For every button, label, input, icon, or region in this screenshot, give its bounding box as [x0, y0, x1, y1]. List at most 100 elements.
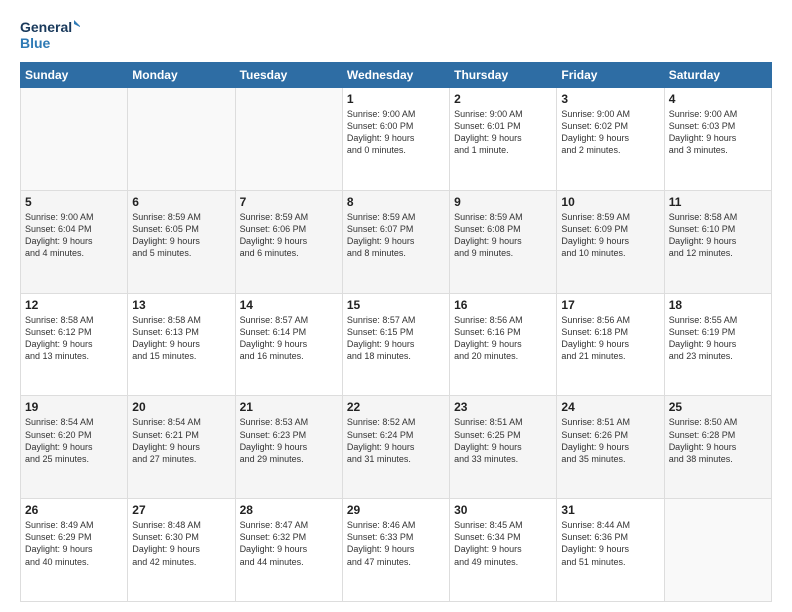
- day-number: 28: [240, 503, 338, 517]
- cell-data: Sunrise: 8:53 AMSunset: 6:23 PMDaylight:…: [240, 416, 338, 465]
- calendar-cell: 21 Sunrise: 8:53 AMSunset: 6:23 PMDayligh…: [235, 396, 342, 499]
- day-number: 21: [240, 400, 338, 414]
- cell-data: Sunrise: 8:57 AMSunset: 6:14 PMDaylight:…: [240, 314, 338, 363]
- day-number: 11: [669, 195, 767, 209]
- calendar-week-2: 5Sunrise: 9:00 AMSunset: 6:04 PMDaylight…: [21, 190, 772, 293]
- cell-data: Sunrise: 8:59 AMSunset: 6:05 PMDaylight:…: [132, 211, 230, 260]
- day-header-monday: Monday: [128, 63, 235, 88]
- calendar-week-3: 12 Sunrise: 8:58 AMSunset: 6:12 PMDayligh…: [21, 293, 772, 396]
- cell-data: Sunrise: 8:58 AMSunset: 6:12 PMDaylight:…: [25, 314, 123, 363]
- day-number: 18: [669, 298, 767, 312]
- calendar-cell: 28 Sunrise: 8:47 AMSunset: 6:32 PMDayligh…: [235, 499, 342, 602]
- day-number: 4: [669, 92, 767, 106]
- day-header-thursday: Thursday: [450, 63, 557, 88]
- logo-svg: General Blue: [20, 16, 80, 52]
- day-number: 22: [347, 400, 445, 414]
- day-number: 23: [454, 400, 552, 414]
- day-number: 6: [132, 195, 230, 209]
- cell-data: Sunrise: 8:51 AMSunset: 6:25 PMDaylight:…: [454, 416, 552, 465]
- cell-data: Sunrise: 8:48 AMSunset: 6:30 PMDaylight:…: [132, 519, 230, 568]
- day-number: 13: [132, 298, 230, 312]
- calendar-cell: [21, 88, 128, 191]
- svg-text:Blue: Blue: [20, 35, 51, 51]
- calendar-week-1: 1 Sunrise: 9:00 AMSunset: 6:00 PMDaylight…: [21, 88, 772, 191]
- calendar-cell: 22 Sunrise: 8:52 AMSunset: 6:24 PMDayligh…: [342, 396, 449, 499]
- calendar-cell: 8 Sunrise: 8:59 AMSunset: 6:07 PMDaylight…: [342, 190, 449, 293]
- day-number: 24: [561, 400, 659, 414]
- cell-data: Sunrise: 8:59 AMSunset: 6:07 PMDaylight:…: [347, 211, 445, 260]
- day-number: 1: [347, 92, 445, 106]
- cell-data: Sunrise: 9:00 AMSunset: 6:03 PMDaylight:…: [669, 108, 767, 157]
- day-number: 26: [25, 503, 123, 517]
- calendar-week-5: 26 Sunrise: 8:49 AMSunset: 6:29 PMDayligh…: [21, 499, 772, 602]
- cell-data: Sunrise: 8:56 AMSunset: 6:16 PMDaylight:…: [454, 314, 552, 363]
- day-number: 8: [347, 195, 445, 209]
- cell-data: Sunrise: 9:00 AMSunset: 6:00 PMDaylight:…: [347, 108, 445, 157]
- day-number: 10: [561, 195, 659, 209]
- calendar-cell: 18 Sunrise: 8:55 AMSunset: 6:19 PMDayligh…: [664, 293, 771, 396]
- calendar-cell: [664, 499, 771, 602]
- day-number: 12: [25, 298, 123, 312]
- calendar-cell: 7Sunrise: 8:59 AMSunset: 6:06 PMDaylight…: [235, 190, 342, 293]
- day-number: 20: [132, 400, 230, 414]
- calendar-header-row: SundayMondayTuesdayWednesdayThursdayFrid…: [21, 63, 772, 88]
- day-header-wednesday: Wednesday: [342, 63, 449, 88]
- calendar-cell: 1 Sunrise: 9:00 AMSunset: 6:00 PMDaylight…: [342, 88, 449, 191]
- day-number: 30: [454, 503, 552, 517]
- cell-data: Sunrise: 8:58 AMSunset: 6:10 PMDaylight:…: [669, 211, 767, 260]
- calendar-cell: 14Sunrise: 8:57 AMSunset: 6:14 PMDayligh…: [235, 293, 342, 396]
- cell-data: Sunrise: 8:52 AMSunset: 6:24 PMDaylight:…: [347, 416, 445, 465]
- cell-data: Sunrise: 8:44 AMSunset: 6:36 PMDaylight:…: [561, 519, 659, 568]
- calendar-cell: 11 Sunrise: 8:58 AMSunset: 6:10 PMDayligh…: [664, 190, 771, 293]
- cell-data: Sunrise: 8:47 AMSunset: 6:32 PMDaylight:…: [240, 519, 338, 568]
- calendar-cell: 16Sunrise: 8:56 AMSunset: 6:16 PMDayligh…: [450, 293, 557, 396]
- cell-data: Sunrise: 8:45 AMSunset: 6:34 PMDaylight:…: [454, 519, 552, 568]
- calendar-cell: 2 Sunrise: 9:00 AMSunset: 6:01 PMDaylight…: [450, 88, 557, 191]
- svg-text:General: General: [20, 19, 72, 35]
- cell-data: Sunrise: 8:54 AMSunset: 6:20 PMDaylight:…: [25, 416, 123, 465]
- logo: General Blue: [20, 16, 80, 52]
- calendar-cell: 4 Sunrise: 9:00 AMSunset: 6:03 PMDaylight…: [664, 88, 771, 191]
- calendar-week-4: 19 Sunrise: 8:54 AMSunset: 6:20 PMDayligh…: [21, 396, 772, 499]
- calendar-cell: 25Sunrise: 8:50 AMSunset: 6:28 PMDayligh…: [664, 396, 771, 499]
- calendar-cell: 10 Sunrise: 8:59 AMSunset: 6:09 PMDayligh…: [557, 190, 664, 293]
- cell-data: Sunrise: 8:49 AMSunset: 6:29 PMDaylight:…: [25, 519, 123, 568]
- calendar-cell: 5Sunrise: 9:00 AMSunset: 6:04 PMDaylight…: [21, 190, 128, 293]
- day-number: 15: [347, 298, 445, 312]
- calendar-cell: 9Sunrise: 8:59 AMSunset: 6:08 PMDaylight…: [450, 190, 557, 293]
- day-number: 7: [240, 195, 338, 209]
- calendar-cell: 6 Sunrise: 8:59 AMSunset: 6:05 PMDaylight…: [128, 190, 235, 293]
- calendar-cell: 23 Sunrise: 8:51 AMSunset: 6:25 PMDayligh…: [450, 396, 557, 499]
- cell-data: Sunrise: 8:57 AMSunset: 6:15 PMDaylight:…: [347, 314, 445, 363]
- cell-data: Sunrise: 8:50 AMSunset: 6:28 PMDaylight:…: [669, 416, 767, 465]
- calendar-cell: 27 Sunrise: 8:48 AMSunset: 6:30 PMDayligh…: [128, 499, 235, 602]
- day-number: 5: [25, 195, 123, 209]
- calendar-cell: 26 Sunrise: 8:49 AMSunset: 6:29 PMDayligh…: [21, 499, 128, 602]
- calendar-cell: 29 Sunrise: 8:46 AMSunset: 6:33 PMDayligh…: [342, 499, 449, 602]
- cell-data: Sunrise: 8:46 AMSunset: 6:33 PMDaylight:…: [347, 519, 445, 568]
- cell-data: Sunrise: 8:55 AMSunset: 6:19 PMDaylight:…: [669, 314, 767, 363]
- calendar-table: SundayMondayTuesdayWednesdayThursdayFrid…: [20, 62, 772, 602]
- day-number: 2: [454, 92, 552, 106]
- day-number: 19: [25, 400, 123, 414]
- calendar-cell: 31Sunrise: 8:44 AMSunset: 6:36 PMDayligh…: [557, 499, 664, 602]
- cell-data: Sunrise: 8:51 AMSunset: 6:26 PMDaylight:…: [561, 416, 659, 465]
- calendar-cell: [128, 88, 235, 191]
- calendar-cell: 30 Sunrise: 8:45 AMSunset: 6:34 PMDayligh…: [450, 499, 557, 602]
- day-number: 27: [132, 503, 230, 517]
- cell-data: Sunrise: 9:00 AMSunset: 6:02 PMDaylight:…: [561, 108, 659, 157]
- cell-data: Sunrise: 8:59 AMSunset: 6:09 PMDaylight:…: [561, 211, 659, 260]
- day-header-sunday: Sunday: [21, 63, 128, 88]
- day-header-saturday: Saturday: [664, 63, 771, 88]
- page: General Blue SundayMondayTuesdayWednesda…: [0, 0, 792, 612]
- calendar-cell: [235, 88, 342, 191]
- header: General Blue: [20, 16, 772, 52]
- day-number: 3: [561, 92, 659, 106]
- calendar-cell: 13Sunrise: 8:58 AMSunset: 6:13 PMDayligh…: [128, 293, 235, 396]
- calendar-cell: 3 Sunrise: 9:00 AMSunset: 6:02 PMDaylight…: [557, 88, 664, 191]
- calendar-cell: 24 Sunrise: 8:51 AMSunset: 6:26 PMDayligh…: [557, 396, 664, 499]
- cell-data: Sunrise: 8:59 AMSunset: 6:08 PMDaylight:…: [454, 211, 552, 260]
- calendar-cell: 19 Sunrise: 8:54 AMSunset: 6:20 PMDayligh…: [21, 396, 128, 499]
- day-number: 29: [347, 503, 445, 517]
- cell-data: Sunrise: 9:00 AMSunset: 6:01 PMDaylight:…: [454, 108, 552, 157]
